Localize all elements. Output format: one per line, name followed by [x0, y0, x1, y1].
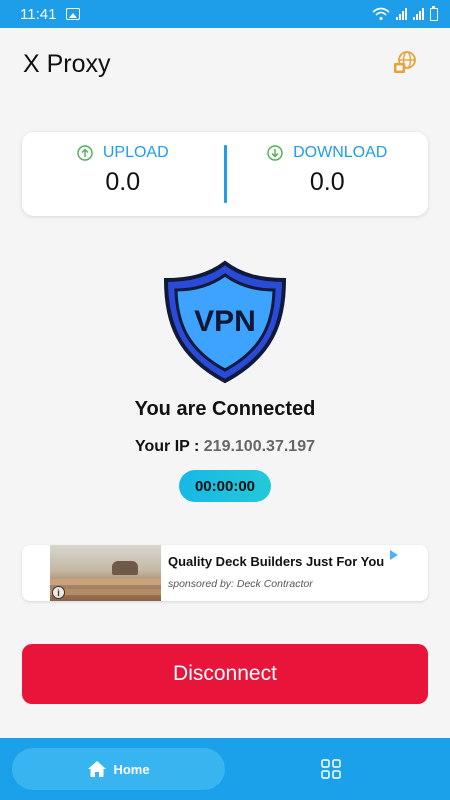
- status-time: 11:41: [20, 5, 57, 23]
- nav-home-tab[interactable]: Home: [12, 748, 225, 790]
- traffic-stats-card: UPLOAD 0.0 DOWNLOAD 0.0: [22, 132, 428, 216]
- signal-icon: [396, 8, 407, 20]
- download-arrow-icon: [267, 145, 283, 161]
- download-label: DOWNLOAD: [293, 144, 388, 161]
- download-value: 0.0: [309, 168, 345, 196]
- wifi-icon: [372, 7, 390, 21]
- disconnect-button[interactable]: Disconnect: [22, 644, 428, 704]
- ip-value: 219.100.37.197: [203, 438, 315, 455]
- status-icons: [372, 5, 438, 21]
- app-bar: X Proxy: [0, 28, 450, 100]
- download-stat: DOWNLOAD 0.0: [227, 132, 429, 216]
- ip-row: Your IP : 219.100.37.197: [0, 438, 450, 456]
- ad-info-icon[interactable]: i: [52, 586, 65, 599]
- ad-choices-icon[interactable]: [390, 550, 398, 560]
- app-title: X Proxy: [23, 50, 111, 78]
- signal-icon: [413, 8, 424, 20]
- home-icon: [88, 761, 107, 777]
- bottom-nav: Home: [0, 738, 450, 800]
- ad-title[interactable]: Quality Deck Builders Just For You: [168, 554, 384, 569]
- connection-status: You are Connected: [134, 398, 316, 420]
- nav-home-label: Home: [113, 761, 150, 777]
- upload-value: 0.0: [105, 168, 141, 196]
- globe-icon: [394, 51, 416, 73]
- status-bar: 11:41: [0, 0, 450, 28]
- vpn-shield-icon: VPN: [163, 260, 287, 384]
- ad-sponsor: sponsored by: Deck Contractor: [168, 578, 313, 590]
- globe-button[interactable]: [390, 48, 420, 78]
- grid-apps-icon[interactable]: [321, 759, 341, 779]
- gallery-icon: [66, 8, 81, 20]
- upload-stat: UPLOAD 0.0: [22, 132, 224, 216]
- connection-timer: 00:00:00: [179, 470, 271, 502]
- ip-label: Your IP :: [135, 438, 200, 455]
- ad-banner[interactable]: i Quality Deck Builders Just For You spo…: [22, 545, 428, 601]
- upload-arrow-icon: [77, 145, 93, 161]
- ad-image[interactable]: [50, 545, 161, 601]
- upload-label: UPLOAD: [102, 144, 169, 161]
- battery-icon: [430, 5, 438, 21]
- shield-text: VPN: [194, 305, 256, 338]
